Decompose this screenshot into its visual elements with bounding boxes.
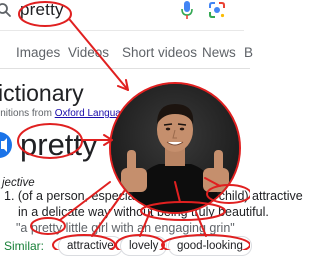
oxford-languages-link[interactable]: Oxford Langua <box>55 108 121 119</box>
pronunciation-button[interactable] <box>0 132 12 158</box>
search-bar[interactable]: pretty <box>0 0 244 31</box>
search-query[interactable]: pretty <box>20 0 64 20</box>
similar-chip-lovely[interactable]: lovely <box>120 236 168 256</box>
tab-images[interactable]: Images <box>16 45 60 60</box>
headword: pretty <box>20 127 98 162</box>
example-sentence: "a pretty little girl with an engaging g… <box>16 221 235 235</box>
search-icon[interactable] <box>0 2 12 18</box>
lens-icon[interactable] <box>208 1 226 19</box>
part-of-speech: jective <box>2 177 35 189</box>
tab-videos[interactable]: Videos <box>68 45 109 60</box>
tab-more[interactable]: B <box>244 45 253 60</box>
similar-label: Similar: <box>4 239 45 253</box>
definitions-source: initions from Oxford Langua <box>0 108 121 119</box>
search-tabs: Images Videos Short videos News B <box>0 40 253 69</box>
definitions-prefix: initions from <box>0 108 55 119</box>
arrow-query-head <box>117 79 129 91</box>
similar-chip-attractive[interactable]: attractive <box>58 236 123 256</box>
microphone-icon[interactable] <box>180 0 194 20</box>
speaker-icon <box>1 138 7 152</box>
tab-news[interactable]: News <box>202 45 236 60</box>
dictionary-title: ictionary <box>0 80 84 106</box>
tab-short-videos[interactable]: Short videos <box>122 45 197 60</box>
similar-chip-good-looking[interactable]: good-looking <box>168 236 252 256</box>
definition-line-2: in a delicate way without being truly be… <box>18 205 269 219</box>
portrait-illustration <box>111 84 239 212</box>
thumbs-up-photo <box>109 82 241 214</box>
